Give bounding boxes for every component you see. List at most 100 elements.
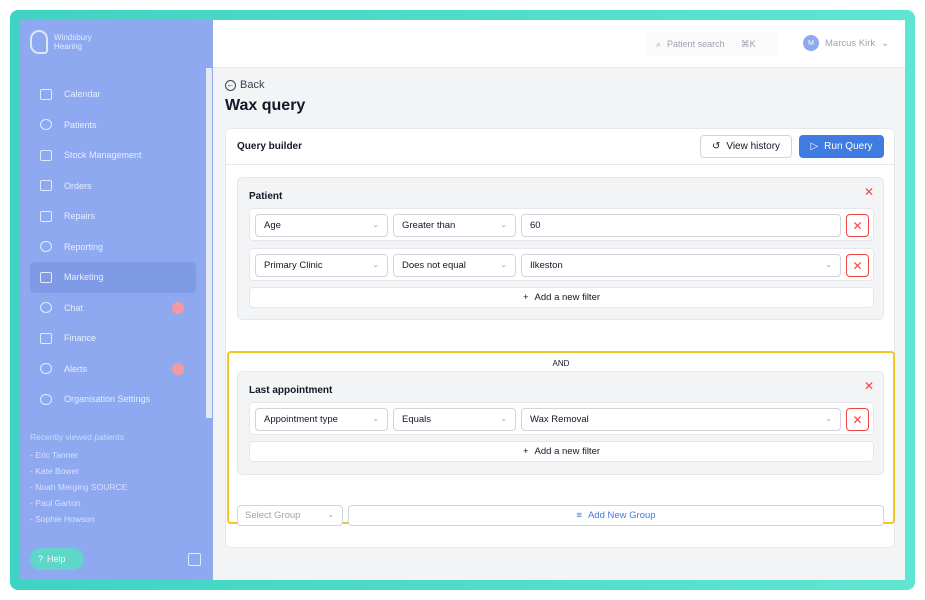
chevron-down-icon: ⌄ — [881, 37, 890, 49]
remove-filter-button[interactable]: ✕ — [846, 408, 869, 431]
remove-group-close-icon[interactable]: ✕ — [864, 186, 874, 198]
filter-group-last-appointment: Last appointment ✕ Appointment type ⌄ Eq… — [237, 371, 884, 475]
sidebar-item-organisation-settings[interactable]: Organisation Settings — [30, 384, 196, 415]
bell-icon — [40, 363, 52, 375]
add-filter-button[interactable]: + Add a new filter — [249, 441, 874, 462]
back-label: Back — [240, 79, 265, 91]
search-icon: ⌕ — [656, 38, 662, 49]
brand-logo[interactable]: Windsbury Hearing — [30, 30, 92, 54]
run-query-button[interactable]: ▷ Run Query — [799, 135, 884, 158]
add-filter-button[interactable]: + Add a new filter — [249, 287, 874, 308]
sidebar-scrollbar[interactable] — [206, 68, 212, 418]
sidebar-item-repairs[interactable]: Repairs — [30, 201, 196, 232]
back-link[interactable]: ← Back — [225, 79, 264, 91]
sidebar-item-label: Stock Management — [64, 150, 142, 161]
filter-operator-value: Does not equal — [402, 260, 466, 271]
filter-field-value: Appointment type — [264, 414, 338, 425]
sidebar-item-label: Marketing — [64, 272, 104, 283]
wrench-icon — [40, 210, 52, 222]
chevron-down-icon: ⌄ — [825, 414, 832, 423]
filter-row: Appointment type ⌄ Equals ⌄ Wax Removal … — [249, 402, 874, 435]
filter-value-select[interactable]: Ilkeston ⌄ — [521, 254, 841, 277]
filter-operator-select[interactable]: Equals ⌄ — [393, 408, 516, 431]
select-group-dropdown[interactable]: Select Group ⌄ — [237, 505, 343, 526]
filter-group-patient: Patient ✕ Age ⌄ Greater than ⌄ 60 ✕ Prim — [237, 177, 884, 320]
recent-patient-link[interactable]: - Kate Bower — [30, 466, 127, 482]
list-add-icon: ≡ — [576, 510, 582, 521]
collapse-sidebar-icon[interactable] — [188, 553, 201, 566]
filter-row: Age ⌄ Greater than ⌄ 60 ✕ — [249, 208, 874, 241]
sidebar-item-label: Organisation Settings — [64, 394, 151, 405]
sidebar-item-label: Calendar — [64, 89, 101, 100]
remove-filter-button[interactable]: ✕ — [846, 254, 869, 277]
user-menu[interactable]: M Marcus Kirk ⌄ — [803, 35, 889, 51]
plus-icon: + — [522, 292, 529, 303]
reporting-icon — [40, 241, 52, 253]
filter-field-select[interactable]: Appointment type ⌄ — [255, 408, 388, 431]
sidebar-item-orders[interactable]: Orders — [30, 171, 196, 202]
sidebar-item-patients[interactable]: Patients — [30, 110, 196, 141]
search-shortcut: ⌘K — [740, 38, 756, 49]
query-builder-header: Query builder ↺ View history ▷ Run Query — [226, 129, 894, 165]
stock-icon — [40, 149, 52, 161]
view-history-label: View history — [726, 141, 781, 152]
group-title: Patient — [249, 191, 283, 202]
remove-group-close-icon[interactable]: ✕ — [864, 380, 874, 392]
back-arrow-icon: ← — [225, 79, 236, 91]
recent-patient-link[interactable]: - Paul Garton — [30, 498, 127, 514]
filter-field-value: Primary Clinic — [264, 260, 323, 271]
top-bar: ⌕ Patient search ⌘K M Marcus Kirk ⌄ — [213, 20, 905, 68]
sidebar-item-stock-management[interactable]: Stock Management — [30, 140, 196, 171]
calendar-icon — [40, 88, 52, 100]
sidebar-item-label: Reporting — [64, 241, 104, 252]
close-icon: ✕ — [852, 218, 863, 233]
play-icon: ▷ — [810, 141, 819, 152]
filter-operator-select[interactable]: Greater than ⌄ — [393, 214, 516, 237]
help-label: Help — [47, 554, 66, 564]
sidebar-item-chat[interactable]: Chat — [30, 293, 196, 324]
filter-field-select[interactable]: Primary Clinic ⌄ — [255, 254, 388, 277]
plus-icon: + — [522, 446, 529, 457]
remove-filter-button[interactable]: ✕ — [846, 214, 869, 237]
close-icon: ✕ — [852, 412, 863, 427]
chevron-down-icon: ⌄ — [327, 510, 334, 519]
filter-operator-select[interactable]: Does not equal ⌄ — [393, 254, 516, 277]
filter-value-select[interactable]: Wax Removal ⌄ — [521, 408, 841, 431]
add-filter-label: Add a new filter — [534, 446, 601, 457]
chevron-down-icon: ⌄ — [372, 414, 379, 423]
sidebar-item-label: Orders — [64, 180, 92, 191]
add-new-group-button[interactable]: ≡ Add New Group — [348, 505, 884, 526]
patient-search-button[interactable]: ⌕ Patient search ⌘K — [646, 32, 778, 56]
brand-name-line2: Hearing — [54, 42, 83, 51]
app-window: Windsbury Hearing Calendar Patients Stoc… — [20, 20, 905, 580]
history-icon: ↺ — [711, 141, 721, 152]
avatar: M — [803, 35, 819, 51]
filter-operator-value: Equals — [402, 414, 432, 425]
patients-icon — [40, 119, 52, 131]
finance-icon — [40, 332, 52, 344]
query-builder-title: Query builder — [237, 141, 303, 152]
recent-patient-link[interactable]: - Noah Merging SOURCE — [30, 482, 127, 498]
sidebar-item-finance[interactable]: Finance — [30, 323, 196, 354]
page-title: Wax query — [225, 97, 306, 114]
filter-value-text: 60 — [530, 220, 541, 231]
sidebar-item-alerts[interactable]: Alerts — [30, 354, 196, 385]
filter-field-value: Age — [264, 220, 281, 231]
filter-field-select[interactable]: Age ⌄ — [255, 214, 388, 237]
chat-icon — [40, 302, 52, 314]
help-button[interactable]: ? Help — [30, 548, 84, 570]
sidebar-item-label: Repairs — [64, 211, 96, 222]
sidebar-item-reporting[interactable]: Reporting — [30, 232, 196, 263]
chevron-down-icon: ⌄ — [500, 260, 507, 269]
recent-patient-link[interactable]: - Eric Tanner — [30, 450, 127, 466]
view-history-button[interactable]: ↺ View history — [700, 135, 792, 158]
orders-icon — [40, 180, 52, 192]
sidebar-item-calendar[interactable]: Calendar — [30, 79, 196, 110]
filter-value-input[interactable]: 60 — [521, 214, 841, 237]
sidebar-item-marketing[interactable]: Marketing — [30, 262, 196, 293]
recent-patient-link[interactable]: - Sophie Howson — [30, 514, 127, 530]
close-icon: ✕ — [852, 258, 863, 273]
filter-row: Primary Clinic ⌄ Does not equal ⌄ Ilkest… — [249, 248, 874, 281]
user-name: Marcus Kirk — [825, 37, 876, 49]
brand-name-line1: Windsbury — [54, 33, 92, 42]
